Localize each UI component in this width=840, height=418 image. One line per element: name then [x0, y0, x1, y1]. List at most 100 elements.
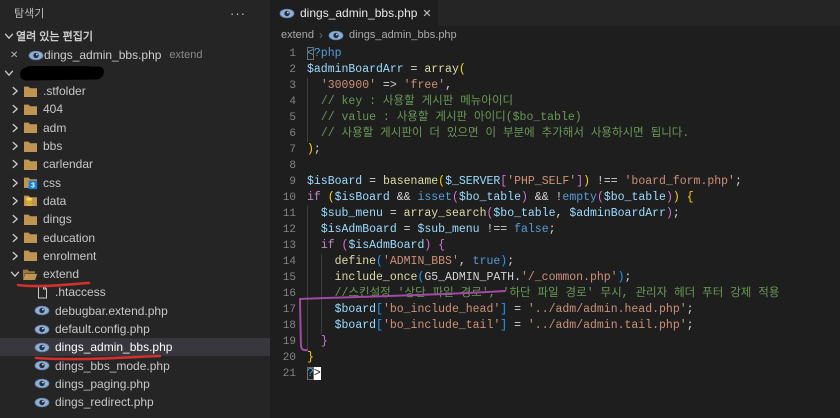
line-text: include_once(G5_ADMIN_PATH.'/_common.php…: [307, 270, 631, 286]
file-icon: [34, 285, 50, 299]
tree-item-label: enrolment: [43, 249, 96, 263]
code-line-6[interactable]: 6 // 사용할 게시판이 더 있으면 이 부분에 추가해서 사용하시면 됩니다…: [270, 126, 840, 142]
code-line-8[interactable]: 8: [270, 158, 840, 174]
tree-item-dings[interactable]: dings: [0, 210, 270, 228]
tab-title: dings_admin_bbs.php: [300, 6, 417, 20]
line-number: 12: [270, 222, 296, 238]
workspace-section-header[interactable]: [0, 64, 270, 82]
tree-item-dings-admin-bbs-php[interactable]: dings_admin_bbs.php: [0, 338, 270, 356]
line-number: 5: [270, 110, 296, 126]
open-editor-item[interactable]: ✕ dings_admin_bbs.php extend: [0, 46, 270, 64]
tree-item-404[interactable]: 404: [0, 100, 270, 118]
line-number: 20: [270, 350, 296, 366]
line-number: 14: [270, 254, 296, 270]
tab-dings-admin-bbs-php[interactable]: dings_admin_bbs.php ✕: [270, 0, 438, 26]
open-editors-label: 열려 있는 편집기: [16, 28, 93, 44]
tree-item-dings-paging-php[interactable]: dings_paging.php: [0, 375, 270, 393]
tree-item-education[interactable]: education: [0, 228, 270, 246]
tree-item-extend[interactable]: extend: [0, 265, 270, 283]
folder-css-icon: 3: [22, 176, 38, 190]
code-line-11[interactable]: 11 $sub_menu = array_search($bo_table, $…: [270, 206, 840, 222]
line-text: ?>: [307, 366, 321, 382]
tree-item-label: debugbar.extend.php: [55, 304, 168, 318]
line-text: }: [307, 350, 314, 366]
code-line-7[interactable]: 7);: [270, 142, 840, 158]
line-number: 19: [270, 334, 296, 350]
code-line-2[interactable]: 2$adminBoardArr = array(: [270, 62, 840, 78]
line-number: 11: [270, 206, 296, 222]
line-number: 15: [270, 270, 296, 286]
chevron-right-icon: [8, 231, 22, 245]
code-line-12[interactable]: 12 $isAdmBoard = $sub_menu !== false;: [270, 222, 840, 238]
code-line-19[interactable]: 19 }: [270, 334, 840, 350]
code-line-20[interactable]: 20}: [270, 350, 840, 366]
tree-item-default-config-php[interactable]: default.config.php: [0, 320, 270, 338]
code-line-15[interactable]: 15 include_once(G5_ADMIN_PATH.'/_common.…: [270, 270, 840, 286]
code-line-13[interactable]: 13 if ($isAdmBoard) {: [270, 238, 840, 254]
editor-group: dings_admin_bbs.php ✕ extend › dings_adm…: [270, 0, 840, 418]
indent-guide: [307, 206, 308, 350]
tree-item-stfolder[interactable]: .stfolder: [0, 82, 270, 100]
tree-item-label: dings_paging.php: [55, 377, 150, 391]
tree-item-enrolment[interactable]: enrolment: [0, 247, 270, 265]
tree-item-carlendar[interactable]: carlendar: [0, 155, 270, 173]
code-line-1[interactable]: 1<?php: [270, 46, 840, 62]
folder-icon: [22, 121, 38, 135]
tree-item-dings-bbs-mode-php[interactable]: dings_bbs_mode.php: [0, 356, 270, 374]
tab-close-icon[interactable]: ✕: [422, 7, 431, 20]
breadcrumb-file[interactable]: dings_admin_bbs.php: [349, 29, 457, 41]
tree-item-bbs[interactable]: bbs: [0, 137, 270, 155]
tree-item-label: css: [43, 176, 61, 190]
tree-item-label: dings_admin_bbs.php: [55, 340, 172, 354]
folder-icon: [22, 212, 38, 226]
php-eye-icon: [34, 340, 50, 354]
code-line-4[interactable]: 4 // key : 사용할 게시판 메뉴아이디: [270, 94, 840, 110]
chevron-right-icon: [8, 139, 22, 153]
line-text: '300900' => 'free',: [307, 78, 452, 94]
line-text: $isAdmBoard = $sub_menu !== false;: [307, 222, 556, 238]
tree-item-label: carlendar: [43, 157, 93, 171]
tree-item-data[interactable]: data: [0, 192, 270, 210]
tree-item-label: extend: [43, 267, 79, 281]
explorer-sidebar: 탐색기 ··· 열려 있는 편집기 ✕ dings_admin_bbs.php …: [0, 0, 270, 418]
tree-item-debugbar-extend-php[interactable]: debugbar.extend.php: [0, 302, 270, 320]
breadcrumb-folder[interactable]: extend: [281, 29, 314, 41]
line-text: $board['bo_include_tail'] = '../adm/admi…: [307, 318, 694, 334]
tree-item-adm[interactable]: adm: [0, 119, 270, 137]
line-text: if ($isAdmBoard) {: [307, 238, 445, 254]
tree-item-label: dings_bbs_mode.php: [55, 359, 170, 373]
indent-guide: [307, 78, 308, 142]
line-text: $board['bo_include_head'] = '../adm/admi…: [307, 302, 694, 318]
code-line-14[interactable]: 14 define('ADMIN_BBS', true);: [270, 254, 840, 270]
close-icon[interactable]: ✕: [10, 50, 24, 61]
tree-item-css[interactable]: 3 css: [0, 173, 270, 191]
line-number: 13: [270, 238, 296, 254]
tree-item-label: dings: [43, 212, 72, 226]
code-line-10[interactable]: 10if ($isBoard && isset($bo_table) && !e…: [270, 190, 840, 206]
code-line-9[interactable]: 9$isBoard = basename($_SERVER['PHP_SELF'…: [270, 174, 840, 190]
chevron-right-icon: [8, 249, 22, 263]
tree-item-label: 404: [43, 102, 63, 116]
open-editor-filename: dings_admin_bbs.php: [44, 48, 161, 62]
code-line-18[interactable]: 18 $board['bo_include_tail'] = '../adm/a…: [270, 318, 840, 334]
code-line-21[interactable]: 21?>: [270, 366, 840, 382]
chevron-down-icon: [8, 267, 22, 281]
chevron-right-icon: [8, 84, 22, 98]
tree-item-htaccess[interactable]: .htaccess: [0, 283, 270, 301]
tree-item-label: dings_redirect.php: [55, 395, 154, 409]
code-editor[interactable]: 1<?php2$adminBoardArr = array(3 '300900'…: [270, 44, 840, 418]
code-line-17[interactable]: 17 $board['bo_include_head'] = '../adm/a…: [270, 302, 840, 318]
tree-item-dings-redirect-php[interactable]: dings_redirect.php: [0, 393, 270, 411]
more-actions-icon[interactable]: ···: [230, 6, 246, 21]
explorer-title: 탐색기: [14, 5, 44, 21]
code-line-5[interactable]: 5 // value : 사용할 게시판 아이디($bo_table): [270, 110, 840, 126]
line-number: 1: [270, 46, 296, 62]
tree-item-label: adm: [43, 121, 66, 135]
explorer-header: 탐색기 ···: [0, 0, 270, 26]
code-line-3[interactable]: 3 '300900' => 'free',: [270, 78, 840, 94]
open-editors-section-header[interactable]: 열려 있는 편집기: [0, 26, 270, 46]
line-number: 3: [270, 78, 296, 94]
open-editor-folder-badge: extend: [169, 49, 202, 61]
code-line-16[interactable]: 16 //스킨설정 '상단 파일 경로', '하단 파일 경로' 무시, 관리자…: [270, 286, 840, 302]
svg-text:3: 3: [30, 182, 34, 189]
